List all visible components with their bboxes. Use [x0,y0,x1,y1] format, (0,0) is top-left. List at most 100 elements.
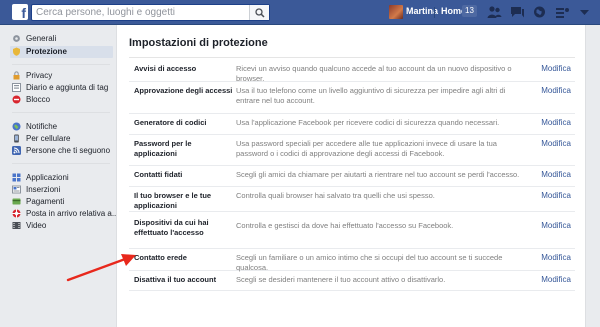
search-box [31,4,270,21]
sidebar-item-notifiche[interactable]: Notifiche [10,121,113,133]
chat-icon [511,7,524,18]
search-input[interactable] [36,6,246,19]
setting-name: Password per le applicazioni [134,139,192,158]
search-button[interactable] [249,5,269,20]
setting-description: Ricevi un avviso quando qualcuno accede … [236,64,512,83]
divider [434,7,435,18]
settings-row-contatti-fidati[interactable]: Contatti fidati Scegli gli amici da chia… [129,166,575,187]
setting-name: Contatto erede [134,253,187,262]
timeline-icon [12,83,21,92]
edit-link[interactable]: Modifica [541,170,571,179]
sidebar-item-label: Inserzioni [26,185,61,194]
settings-row-browser-applicazioni[interactable]: Il tuo browser e le tue applicazioni Con… [129,187,575,212]
sidebar-item-inserzioni[interactable]: Inserzioni [10,184,113,196]
edit-link[interactable]: Modifica [541,118,571,127]
sidebar-item-label: Per cellulare [26,134,71,143]
setting-description: Usa il tuo telefono come un livello aggi… [236,86,506,105]
sidebar-item-label: Persone che ti seguono [26,146,111,155]
setting-description: Scegli se desideri mantenere il tuo acco… [236,275,446,284]
search-icon [255,8,265,18]
setting-description: Scegli un familiare o un amico intimo ch… [236,253,503,272]
sidebar-item-label: Protezione [26,47,67,56]
title-divider [129,57,575,58]
lock-icon [13,71,20,80]
setting-description: Usa password speciali per accedere alle … [236,139,497,158]
top-navigation-bar: f Martina Home 13 [0,0,600,25]
chevron-down-icon [580,10,589,15]
edit-link[interactable]: Modifica [541,275,571,284]
settings-row-avvisi-di-accesso[interactable]: Avvisi di accesso Ricevi un avviso quand… [129,60,575,83]
sidebar-divider [12,64,110,65]
rss-icon [12,146,21,155]
settings-row-approvazione-accessi[interactable]: Approvazione degli accessi Usa il tuo te… [129,82,575,114]
video-icon [12,222,21,229]
sidebar-item-label: Privacy [26,71,53,80]
ads-icon [12,185,21,194]
avatar[interactable] [389,5,403,19]
account-menu-button[interactable] [577,5,592,19]
sidebar-item-privacy[interactable]: Privacy [10,70,113,82]
settings-row-dispositivi[interactable]: Dispositivi da cui hai effettuato l'acce… [129,212,575,249]
sidebar-item-pagamenti[interactable]: Pagamenti [10,196,113,208]
home-count-badge: 13 [462,5,477,17]
shield-icon [13,47,20,56]
sidebar-item-label: Notifiche [26,122,58,131]
notifications-button[interactable] [532,5,547,19]
sidebar-item-applicazioni[interactable]: Applicazioni [10,172,113,184]
edit-link[interactable]: Modifica [541,253,571,262]
sidebar-item-label: Diario e aggiunta di tag [26,83,109,92]
friend-requests-button[interactable] [487,5,502,19]
settings-sidebar: Generali Protezione Privacy Diario e agg… [0,25,118,327]
sidebar-item-label: Generali [26,34,57,43]
edit-link[interactable]: Modifica [541,221,571,230]
setting-description: Scegli gli amici da chiamare per aiutart… [236,170,520,179]
setting-name: Avvisi di accesso [134,64,197,73]
setting-name: Dispositivi da cui hai effettuato l'acce… [134,218,209,237]
security-settings-panel: Impostazioni di protezione Avvisi di acc… [116,25,586,327]
sidebar-item-protezione[interactable]: Protezione [10,46,113,58]
privacy-shortcuts-button[interactable] [555,5,570,19]
privacy-icon [556,8,569,18]
sidebar-item-label: Applicazioni [26,173,69,182]
settings-row-contatto-erede[interactable]: Contatto erede Scegli un familiare o un … [129,249,575,272]
sidebar-item-persone-che-ti-seguono[interactable]: Persone che ti seguono [10,145,113,157]
settings-row-generatore-codici[interactable]: Generatore di codici Usa l'applicazione … [129,114,575,135]
setting-description: Controlla quali browser hai salvato tra … [236,191,435,200]
sidebar-item-label: Posta in arrivo relativa a... [26,209,119,218]
setting-name: Contatti fidati [134,170,183,179]
edit-link[interactable]: Modifica [541,86,571,95]
sidebar-item-video[interactable]: Video [10,220,113,232]
sidebar-item-label: Blocco [26,95,51,104]
sidebar-divider [12,163,110,164]
page-title: Impostazioni di protezione [129,37,268,49]
sidebar-item-generali[interactable]: Generali [10,33,113,45]
gear-icon [13,35,20,42]
edit-link[interactable]: Modifica [541,64,571,73]
setting-description: Usa l'applicazione Facebook per ricevere… [236,118,500,127]
block-icon [12,95,21,104]
sidebar-item-per-cellulare[interactable]: Per cellulare [10,133,113,145]
globe-icon [12,122,21,131]
edit-link[interactable]: Modifica [541,191,571,200]
payments-icon [12,198,21,205]
edit-link[interactable]: Modifica [541,139,571,148]
facebook-logo[interactable]: f [12,4,28,20]
setting-name: Generatore di codici [134,118,207,127]
apps-icon [12,173,21,182]
settings-row-password-applicazioni[interactable]: Password per le applicazioni Usa passwor… [129,135,575,166]
settings-row-disattiva-account[interactable]: Disattiva il tuo account Scegli se desid… [129,271,575,291]
sidebar-item-label: Pagamenti [26,197,65,206]
sidebar-item-diario[interactable]: Diario e aggiunta di tag [10,82,113,94]
globe-icon [534,6,545,18]
setting-name: Approvazione degli accessi [134,86,233,95]
sidebar-item-label: Video [26,221,47,230]
sidebar-divider [12,112,110,113]
friends-icon [487,6,502,18]
sidebar-item-posta-in-arrivo[interactable]: Posta in arrivo relativa a... [10,208,118,220]
setting-description: Controlla e gestisci da dove hai effettu… [236,221,454,230]
setting-name: Disattiva il tuo account [134,275,217,284]
mobile-icon [14,134,19,143]
messages-button[interactable] [510,5,525,19]
lifebuoy-icon [12,209,21,218]
sidebar-item-blocco[interactable]: Blocco [10,94,113,106]
